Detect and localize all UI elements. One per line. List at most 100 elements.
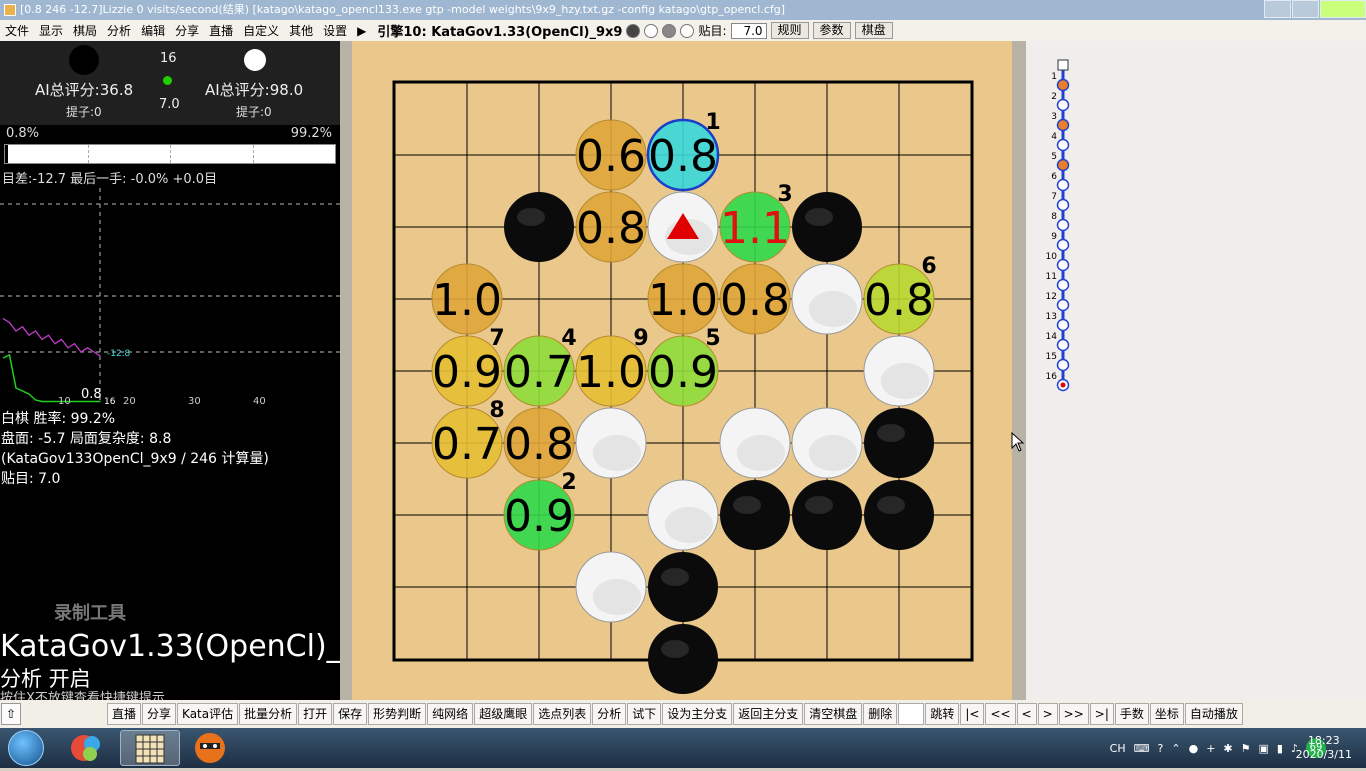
- menu-share[interactable]: 分享: [170, 22, 204, 39]
- komi-value: 7.0: [159, 97, 180, 112]
- score-diff-line: 目差:-12.7 最后一手: -0.0% +0.0目: [2, 172, 218, 187]
- graph-current-value-label: 0.8: [81, 387, 102, 402]
- device-icon[interactable]: ▣: [1259, 742, 1269, 755]
- toolbar-button[interactable]: 删除: [863, 703, 898, 725]
- engine-name-overlay: KataGov1.33(OpenCl)_: [0, 629, 342, 664]
- plus-icon[interactable]: +: [1206, 742, 1215, 755]
- toolbar-button[interactable]: 清空棋盘: [804, 703, 863, 725]
- toolbar-button[interactable]: <<: [985, 703, 1016, 725]
- tray-app-icon[interactable]: ●: [1189, 742, 1199, 755]
- move-tree-node: [1056, 218, 1070, 232]
- go-board[interactable]: 0.6 0.8 1 0.8 1.1 3 1.0 1.0 0.8 0.8 6 0.9 7 0.7 4 1.0 9 0…: [352, 41, 1012, 700]
- tray-expand-icon[interactable]: ⌃: [1171, 742, 1180, 755]
- toolbar-button[interactable]: 返回主分支: [733, 703, 804, 725]
- taskbar-lizzie-icon[interactable]: [120, 730, 180, 766]
- toolbar-button[interactable]: 跳转: [925, 703, 960, 725]
- toolbar-button[interactable]: 设为主分支: [662, 703, 733, 725]
- move-tree[interactable]: 12345678910111213141516: [1026, 41, 1366, 700]
- go-board-canvas[interactable]: 0.6 0.810.8 1.131.0 1.0 0.8 0.860.970.741.090…: [352, 41, 1012, 700]
- candidate-rank-label: 5: [705, 326, 720, 351]
- black-captures: 提子:0: [66, 105, 102, 119]
- menu-other[interactable]: 其他: [284, 22, 318, 39]
- toolbar-button[interactable]: |<: [960, 703, 985, 725]
- toolbar-button[interactable]: 直播: [107, 703, 142, 725]
- move-tree-node: [1056, 158, 1070, 172]
- window-controls: [1263, 0, 1366, 20]
- network-icon[interactable]: ▮: [1277, 742, 1283, 755]
- candidate-winrate-label: 0.8: [864, 275, 934, 326]
- move-tree-node: [1056, 278, 1070, 292]
- toolbar-button[interactable]: 保存: [333, 703, 368, 725]
- graph-x-tick-label: 20: [123, 396, 136, 407]
- mouse-cursor-icon: [1011, 432, 1025, 452]
- toolbar-button[interactable]: >>: [1058, 703, 1089, 725]
- maximize-button[interactable]: [1292, 0, 1319, 18]
- close-button[interactable]: [1320, 0, 1366, 18]
- menu-custom[interactable]: 自定义: [238, 22, 284, 39]
- stone-shade: [593, 579, 641, 615]
- info-board-complexity: 盘面: -5.7 局面复杂度: 8.8: [1, 431, 172, 447]
- komi-input[interactable]: 7.0: [730, 22, 767, 39]
- menu-live[interactable]: 直播: [204, 22, 238, 39]
- keyboard-icon[interactable]: ⌨: [1134, 742, 1150, 755]
- recording-watermark: 录制工具: [54, 603, 126, 624]
- params-button[interactable]: 参数: [812, 22, 851, 39]
- stone-shade: [809, 435, 857, 471]
- engine-label[interactable]: 引擎10: KataGov1.33(OpenCl)_9x9: [377, 21, 622, 40]
- move-tree-number: 11: [1046, 272, 1057, 282]
- stone-highlight: [733, 496, 761, 514]
- stone-highlight: [877, 496, 905, 514]
- clock[interactable]: 18:23 2020/3/11: [1296, 734, 1352, 762]
- menu-file[interactable]: 文件: [0, 22, 34, 39]
- toolbar-button[interactable]: 试下: [627, 703, 662, 725]
- alternate-stone-toggle-icon[interactable]: [662, 23, 677, 38]
- stone-option-icon[interactable]: [680, 23, 695, 38]
- system-tray: CH ⌨ ? ⌃ ● + ✱ ⚑ ▣ ▮ ♪ 69: [1102, 728, 1326, 768]
- toolbar-button[interactable]: 纯网络: [427, 703, 474, 725]
- menu-settings[interactable]: 设置: [318, 22, 352, 39]
- toolbar-button[interactable]: 坐标: [1149, 703, 1184, 725]
- help-icon[interactable]: ?: [1158, 742, 1164, 755]
- toolbar-button[interactable]: <: [1016, 703, 1037, 725]
- toolbar-button[interactable]: 分析: [592, 703, 627, 725]
- menu-analysis[interactable]: 分析: [102, 22, 136, 39]
- toolbar-button[interactable]: 自动播放: [1184, 703, 1243, 725]
- menu-edit[interactable]: 编辑: [136, 22, 170, 39]
- black-stone: [504, 192, 574, 262]
- toolbar-button[interactable]: 打开: [298, 703, 333, 725]
- move-tree-number: 8: [1051, 212, 1057, 222]
- toolbar-button[interactable]: >: [1037, 703, 1058, 725]
- toolbar-button[interactable]: >|: [1089, 703, 1114, 725]
- stone-shade: [593, 435, 641, 471]
- taskbar-app-colorful-icon[interactable]: [62, 730, 118, 766]
- board-button[interactable]: 棋盘: [854, 22, 893, 39]
- flag-icon[interactable]: ⚑: [1241, 742, 1251, 755]
- rules-button[interactable]: 规则: [770, 22, 809, 39]
- toolbar-button[interactable]: 分享: [142, 703, 177, 725]
- toolbar-button[interactable]: 批量分析: [239, 703, 298, 725]
- winrate-row: 0.8% 99.2%: [0, 125, 340, 143]
- start-button[interactable]: [8, 730, 44, 766]
- play-icon[interactable]: ▶: [352, 24, 371, 38]
- menu-view[interactable]: 显示: [34, 22, 68, 39]
- candidate-winrate-label: 0.9: [432, 347, 502, 398]
- language-indicator[interactable]: CH: [1110, 742, 1126, 755]
- move-jump-input[interactable]: [898, 703, 925, 725]
- taskbar-recorder-icon[interactable]: [184, 730, 240, 766]
- toolbar-button[interactable]: 手数: [1114, 703, 1149, 725]
- candidate-rank-label: 8: [489, 398, 504, 423]
- winrate-graph[interactable]: 10 20 30 40 0.8 16 -12.8: [0, 188, 340, 408]
- candidate-rank-label: 1: [705, 110, 720, 135]
- toolbar-button[interactable]: 形势判断: [368, 703, 427, 725]
- minimize-button[interactable]: [1264, 0, 1291, 18]
- white-stone-toggle-icon[interactable]: [644, 23, 659, 38]
- black-stone-toggle-icon[interactable]: [626, 23, 641, 38]
- toolbar-button[interactable]: 选点列表: [533, 703, 592, 725]
- toolbar-button[interactable]: Kata评估: [177, 703, 239, 725]
- menu-game[interactable]: 棋局: [68, 22, 102, 39]
- expand-up-icon[interactable]: ⇧: [1, 703, 21, 725]
- bluetooth-icon[interactable]: ✱: [1223, 742, 1232, 755]
- toolbar-button[interactable]: 超级鹰眼: [474, 703, 533, 725]
- stone-highlight: [805, 496, 833, 514]
- komi-label: 贴目:: [698, 24, 727, 38]
